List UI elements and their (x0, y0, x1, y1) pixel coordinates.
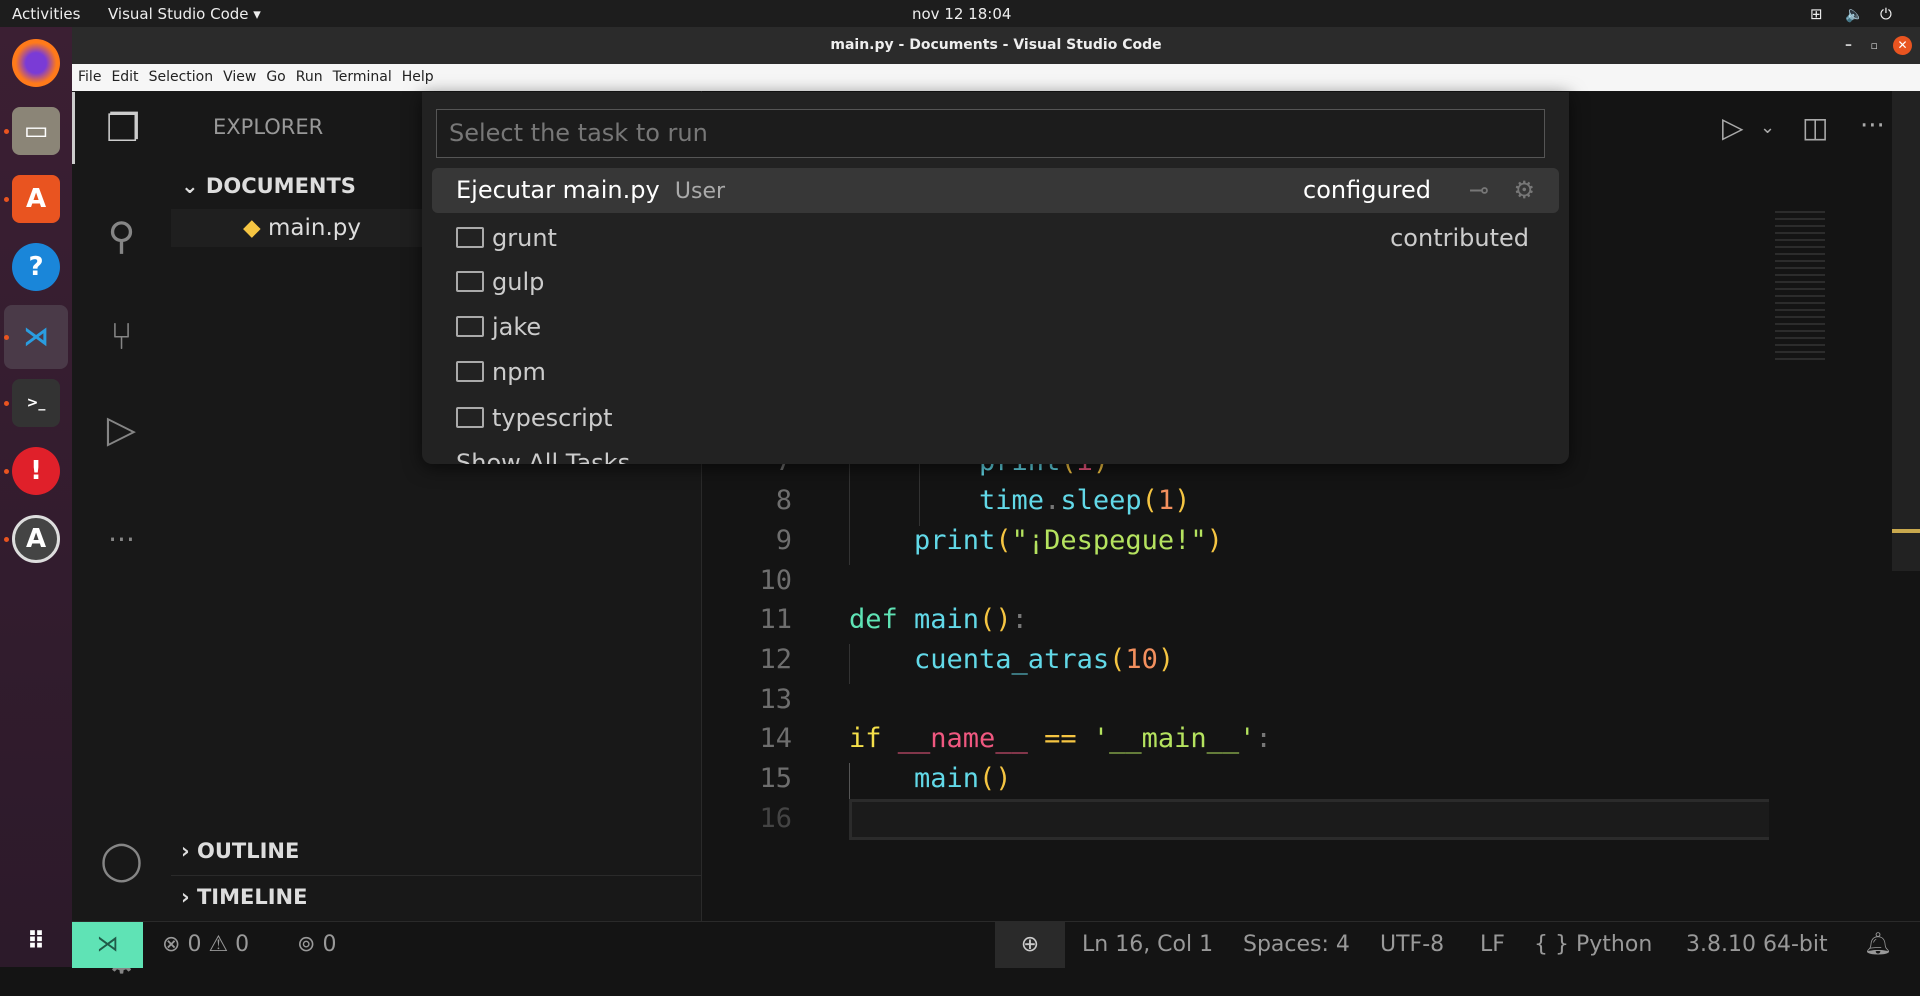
network-icon[interactable]: ⊞ (1810, 5, 1823, 23)
task-search-input[interactable]: Select the task to run (436, 109, 1545, 158)
task-item-npm[interactable]: npm (432, 350, 1559, 395)
terminal-icon[interactable]: >_ (12, 379, 60, 427)
python-interpreter[interactable]: 3.8.10 64-bit (1686, 922, 1828, 968)
menu-run[interactable]: Run (296, 69, 323, 85)
window-title-bar: main.py - Documents - Visual Studio Code… (72, 27, 1920, 64)
chevron-right-icon: › (181, 839, 197, 863)
folder-icon (456, 361, 484, 382)
braces-icon: { } (1534, 932, 1569, 957)
outline-section[interactable]: › OUTLINE (181, 839, 299, 863)
eol[interactable]: LF (1480, 922, 1505, 968)
menu-terminal[interactable]: Terminal (333, 69, 392, 85)
firefox-icon[interactable] (12, 39, 60, 87)
menu-help[interactable]: Help (402, 69, 434, 85)
minimap[interactable] (1775, 211, 1825, 361)
search-icon[interactable]: ⚲ (72, 200, 171, 272)
error-icon: ⊗ (162, 932, 181, 957)
menu-file[interactable]: File (78, 69, 101, 85)
update-icon[interactable]: ! (12, 447, 60, 495)
task-quick-pick: Select the task to run Ejecutar main.py … (422, 92, 1569, 464)
python-icon: ◆ (243, 215, 261, 241)
gear-icon[interactable]: ⚙ (1513, 168, 1535, 213)
bell-icon[interactable]: 🔔︎ (1864, 922, 1892, 968)
task-item-show-all[interactable]: Show All Tasks (432, 441, 1559, 464)
code-line-11: def main(): (849, 604, 1028, 635)
remote-icon[interactable]: ⋊ (72, 922, 143, 968)
clock[interactable]: nov 12 18:04 (912, 5, 1011, 23)
volume-icon[interactable]: 🔈 (1845, 5, 1864, 23)
task-item-ejecutar[interactable]: Ejecutar main.py User configured ⊸ ⚙ (432, 168, 1559, 213)
activity-bar: ❐ ⚲ ⑂ ▷ ··· ◯ ⚙ (72, 91, 171, 982)
extensions-more-icon[interactable]: ··· (72, 503, 171, 575)
minimize-icon[interactable]: – (1845, 27, 1852, 64)
current-line-highlight (849, 799, 1769, 840)
account-icon[interactable]: ◯ (72, 824, 171, 896)
timeline-section[interactable]: › TIMELINE (181, 885, 307, 909)
maximize-icon[interactable]: ▫ (1871, 27, 1878, 64)
files-icon[interactable]: ▭ (12, 107, 60, 155)
zoom-icon[interactable]: ⊕ (995, 922, 1065, 968)
warning-icon: ⚠ (208, 932, 229, 957)
explorer-icon[interactable]: ❐ (72, 92, 171, 164)
chevron-down-icon[interactable]: ⌄ (1760, 117, 1775, 138)
folder-icon (456, 271, 484, 292)
file-main-py[interactable]: ◆ main.py (243, 215, 361, 241)
folder-icon (456, 407, 484, 428)
close-icon[interactable]: ✕ (1893, 36, 1912, 55)
code-line-12: cuenta_atras(10) (849, 644, 1175, 675)
os-top-bar: Activities Visual Studio Code ▾ nov 12 1… (0, 0, 1920, 27)
app-menu[interactable]: Visual Studio Code ▾ (108, 5, 261, 23)
run-file-icon[interactable]: ▷ (1722, 111, 1744, 144)
cursor-position[interactable]: Ln 16, Col 1 (1082, 922, 1213, 968)
vscode-icon[interactable]: ⋊ (4, 305, 68, 369)
activities-button[interactable]: Activities (12, 5, 80, 23)
broadcast-icon: ⊚ (297, 932, 316, 957)
menu-view[interactable]: View (223, 69, 256, 85)
folder-documents[interactable]: ⌄ DOCUMENTS (181, 174, 356, 198)
code-line-8: time.sleep(1) (849, 485, 1191, 516)
folder-icon (456, 316, 484, 337)
show-apps-icon[interactable]: ⠿ (12, 917, 60, 965)
dock: ▭ A ? ⋊ >_ ! A ⠿ (0, 27, 72, 967)
window-title: main.py - Documents - Visual Studio Code (830, 37, 1162, 53)
software-updater-icon[interactable]: A (12, 515, 60, 563)
code-line-15: main() (849, 763, 1012, 794)
power-icon[interactable]: ⏻ (1880, 5, 1892, 23)
software-icon[interactable]: A (12, 175, 60, 223)
encoding[interactable]: UTF-8 (1380, 922, 1444, 968)
menu-go[interactable]: Go (266, 69, 285, 85)
more-actions-icon[interactable]: ··· (1860, 111, 1885, 141)
menu-edit[interactable]: Edit (111, 69, 138, 85)
folder-icon (456, 227, 484, 248)
language-mode[interactable]: { } Python (1534, 922, 1652, 968)
split-editor-icon[interactable]: ◫ (1802, 111, 1828, 144)
task-item-jake[interactable]: jake (432, 305, 1559, 350)
indentation[interactable]: Spaces: 4 (1243, 922, 1350, 968)
help-icon[interactable]: ? (12, 243, 60, 291)
source-control-icon[interactable]: ⑂ (72, 300, 171, 372)
run-debug-icon[interactable]: ▷ (72, 393, 171, 465)
explorer-title: EXPLORER (213, 115, 324, 139)
ports-indicator[interactable]: ⊚ 0 (297, 922, 336, 968)
scrollbar[interactable] (1892, 91, 1920, 571)
status-bar: ⋊ ⊗ 0 ⚠ 0 ⊚ 0 ⊕ Ln 16, Col 1 Spaces: 4 U… (72, 921, 1920, 968)
pin-icon[interactable]: ⊸ (1469, 168, 1489, 213)
task-item-typescript[interactable]: typescript (432, 396, 1559, 441)
code-line-14: if __name__ == '__main__': (849, 723, 1272, 754)
code-line-9: print("¡Despegue!") (849, 525, 1223, 556)
menu-bar: File Edit Selection View Go Run Terminal Help (72, 64, 1920, 91)
problems-indicator[interactable]: ⊗ 0 ⚠ 0 (162, 922, 249, 968)
menu-selection[interactable]: Selection (149, 69, 214, 85)
task-item-gulp[interactable]: gulp (432, 260, 1559, 305)
chevron-right-icon: › (181, 885, 197, 909)
task-item-grunt[interactable]: grunt contributed (432, 216, 1559, 261)
chevron-down-icon: ⌄ (181, 174, 206, 198)
